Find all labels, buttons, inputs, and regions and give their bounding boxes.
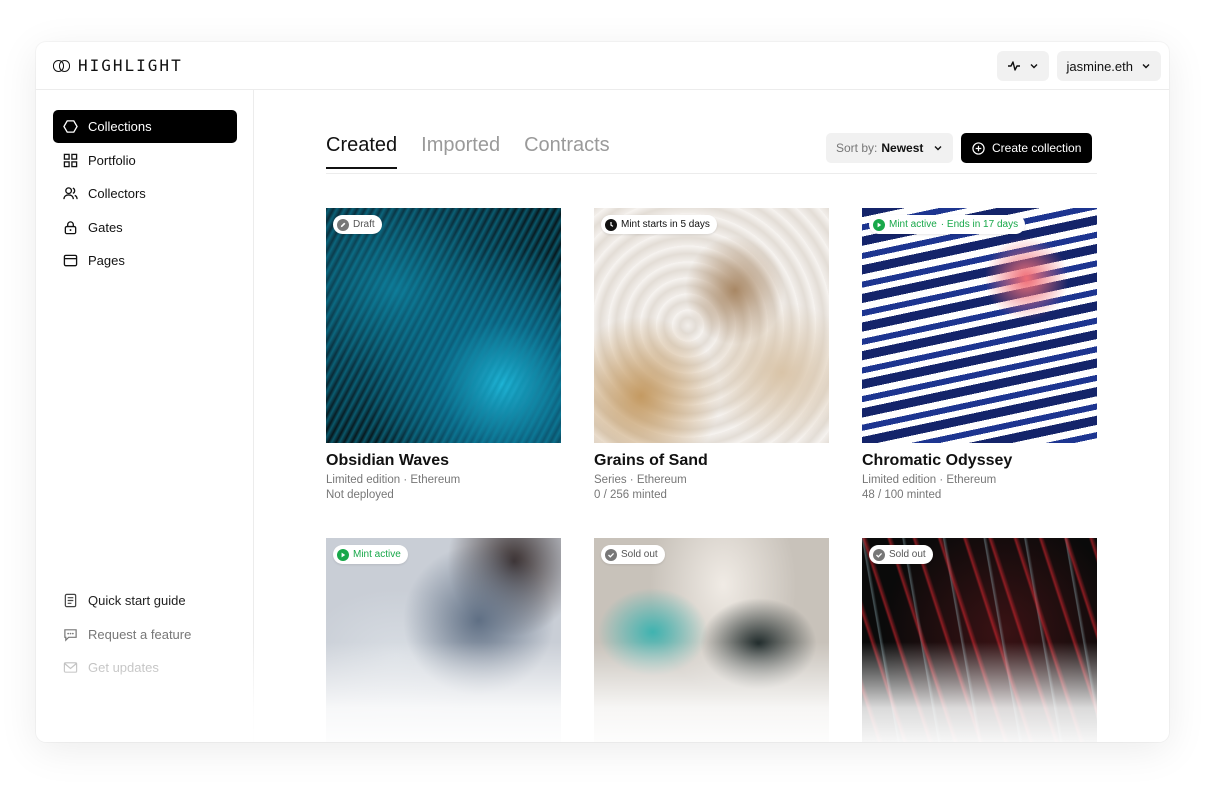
pencil-icon — [337, 218, 349, 231]
sidebar-item-label: Collections — [88, 119, 152, 134]
collection-meta: Limited edition · Ethereum — [862, 474, 997, 486]
sort-value: Newest — [881, 141, 924, 155]
tab-created[interactable]: Created — [326, 134, 398, 169]
sidebar-item-label: Collectors — [88, 186, 146, 202]
status-badge: Sold out — [601, 545, 665, 564]
collection-meta: Series · Ethereum — [594, 474, 687, 486]
status-badge: Mint starts in 5 days — [601, 215, 717, 234]
create-collection-button[interactable]: Create collection — [961, 133, 1093, 163]
collection-meta: Limited edition · Ethereum — [326, 474, 461, 486]
get-updates-link[interactable]: Get updates — [53, 651, 237, 685]
sidebar-item-collectors[interactable]: Collectors — [53, 177, 237, 210]
sidebar-item-portfolio[interactable]: Portfolio — [53, 144, 237, 177]
chevron-down-icon — [1142, 64, 1150, 69]
status-badge: Sold out — [869, 545, 933, 564]
collection-title[interactable]: Chromatic Odyssey — [862, 452, 1097, 470]
collection-title[interactable]: Obsidian Waves — [326, 452, 561, 470]
collection-card[interactable]: Sold out — [594, 538, 829, 742]
users-icon — [63, 187, 78, 200]
sidebar-item-label: Pages — [88, 253, 125, 269]
collection-status: Not deployed — [326, 489, 394, 501]
clock-icon — [605, 218, 617, 231]
status-badge: Mint active — [333, 545, 408, 564]
page-icon — [63, 255, 78, 267]
collection-artwork[interactable]: Draft — [326, 208, 561, 443]
sort-label: Sort by: — [836, 141, 878, 155]
activity-menu-button[interactable] — [996, 51, 1049, 81]
get-updates-label: Get updates — [88, 660, 159, 676]
grid-icon — [63, 153, 78, 167]
quick-start-guide-label: Quick start guide — [88, 593, 186, 609]
collection-artwork[interactable]: Sold out — [594, 538, 829, 742]
collection-artwork[interactable]: Mint starts in 5 days — [594, 208, 829, 443]
status-badge-text: Sold out — [621, 549, 658, 560]
sidebar-item-label: Portfolio — [88, 152, 136, 168]
logo[interactable]: HIGHLIGHT — [53, 56, 183, 75]
sidebar-nav: Collections Portfolio Collectors Gates P… — [53, 110, 237, 278]
chevron-down-icon — [934, 146, 942, 151]
create-collection-label: Create collection — [992, 141, 1082, 155]
request-feature-link[interactable]: Request a feature — [53, 618, 237, 652]
status-badge-text: Sold out — [889, 549, 926, 560]
sidebar-item-gates[interactable]: Gates — [53, 211, 237, 244]
tab-contracts[interactable]: Contracts — [524, 134, 610, 168]
status-badge: Draft — [333, 215, 382, 234]
collection-card[interactable]: Mint active — [326, 538, 561, 742]
collection-tabs: Created Imported Contracts — [326, 134, 610, 169]
request-feature-label: Request a feature — [88, 626, 192, 642]
collection-card[interactable]: Sold out — [862, 538, 1097, 742]
highlight-logo-icon — [53, 59, 71, 73]
collection-chain: Ethereum — [946, 474, 997, 486]
mail-icon — [63, 662, 78, 674]
app-window: HIGHLIGHT jasmine.eth Collections Portfo… — [36, 42, 1169, 742]
status-badge-text: Draft — [353, 219, 375, 230]
sidebar-item-pages[interactable]: Pages — [53, 244, 237, 277]
sidebar-item-collections[interactable]: Collections — [53, 110, 237, 143]
activity-icon — [1007, 61, 1020, 71]
collection-status: 0 / 256 minted — [594, 489, 667, 501]
collection-artwork[interactable]: Sold out — [862, 538, 1097, 742]
collection-title[interactable]: Grains of Sand — [594, 452, 829, 470]
collection-card[interactable]: Draft Obsidian Waves Limited edition · E… — [326, 208, 561, 501]
status-badge: Mint active · Ends in 17 days — [869, 215, 1026, 234]
collection-status: 48 / 100 minted — [862, 489, 942, 501]
top-bar: HIGHLIGHT jasmine.eth — [36, 42, 1169, 90]
collection-chain: Ethereum — [410, 474, 461, 486]
tabs-divider — [326, 173, 1097, 174]
collection-card[interactable]: Mint starts in 5 days Grains of Sand Ser… — [594, 208, 829, 501]
collection-card[interactable]: Mint active · Ends in 17 days Chromatic … — [862, 208, 1097, 501]
sidebar-footer: Quick start guide Request a feature Get … — [53, 584, 237, 685]
document-icon — [64, 594, 77, 608]
collection-type: Limited edition — [326, 474, 401, 486]
quick-start-guide-link[interactable]: Quick start guide — [53, 584, 237, 618]
collection-artwork[interactable]: Mint active — [326, 538, 561, 742]
lock-icon — [64, 221, 77, 235]
play-icon — [337, 548, 349, 561]
chat-icon — [64, 628, 77, 642]
collection-artwork[interactable]: Mint active · Ends in 17 days — [862, 208, 1097, 443]
sort-dropdown[interactable]: Sort by: Newest — [826, 133, 954, 163]
collection-chain: Ethereum — [636, 474, 687, 486]
account-name: jasmine.eth — [1066, 58, 1133, 74]
status-badge-extra: · Ends in 17 days — [940, 219, 1019, 230]
plus-circle-icon — [972, 141, 985, 155]
sidebar: Collections Portfolio Collectors Gates P… — [36, 90, 254, 742]
status-badge-text: Mint active — [353, 549, 401, 560]
sidebar-item-label: Gates — [88, 219, 123, 235]
account-menu-button[interactable]: jasmine.eth — [1056, 51, 1161, 81]
status-badge-text: Mint active — [889, 219, 937, 230]
check-icon — [605, 548, 617, 561]
collection-type: Series — [594, 474, 627, 486]
collection-type: Limited edition — [862, 474, 937, 486]
brand-name: HIGHLIGHT — [78, 56, 183, 75]
check-icon — [873, 548, 885, 561]
chevron-down-icon — [1030, 64, 1038, 69]
play-icon — [873, 218, 885, 231]
status-badge-text: Mint starts in 5 days — [621, 219, 710, 230]
tab-imported[interactable]: Imported — [421, 134, 500, 168]
hexagon-icon — [63, 120, 78, 133]
